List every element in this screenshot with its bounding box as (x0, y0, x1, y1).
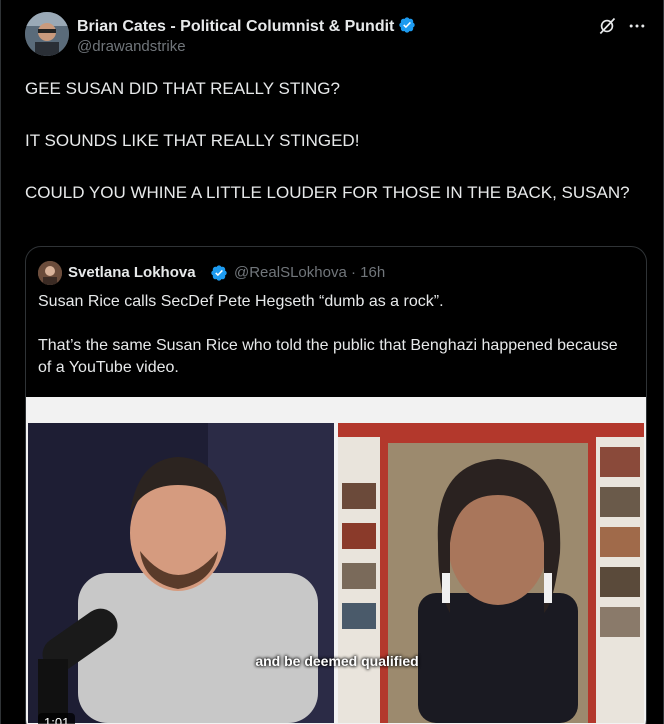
more-icon[interactable] (627, 16, 647, 36)
quoted-text: Susan Rice calls SecDef Pete Hegseth “du… (38, 291, 634, 379)
video-player[interactable]: and be deemed qualified 1:01 (26, 397, 646, 724)
quoted-author-handle[interactable]: @RealSLokhova (234, 264, 347, 281)
tweet-line: IT SOUNDS LIKE THAT REALLY STINGED! (25, 131, 360, 150)
grok-icon[interactable] (597, 16, 617, 36)
quoted-author-avatar[interactable] (38, 261, 62, 285)
quoted-paragraph: Susan Rice calls SecDef Pete Hegseth “du… (38, 293, 444, 310)
tweet-line: GEE SUSAN DID THAT REALLY STING? (25, 79, 340, 98)
meta-separator: · (350, 264, 356, 281)
quoted-paragraph: That’s the same Susan Rice who told the … (38, 337, 618, 376)
video-left-panel (28, 423, 334, 723)
quoted-time[interactable]: 16h (360, 264, 385, 281)
video-caption: and be deemed qualified (255, 653, 419, 669)
video-right-panel (338, 423, 644, 723)
verified-badge-icon (211, 265, 227, 281)
video-timestamp: 1:01 (38, 713, 76, 724)
author-handle[interactable]: @drawandstrike (77, 38, 186, 55)
quoted-tweet[interactable]: Svetlana Lokhova @RealSLokhova · 16h Sus… (25, 246, 647, 724)
author-name-text[interactable]: Brian Cates - Political Columnist & Pund… (77, 18, 394, 35)
tweet-line: COULD YOU WHINE A LITTLE LOUDER FOR THOS… (25, 183, 630, 202)
tweet-text: GEE SUSAN DID THAT REALLY STING? IT SOUN… (25, 76, 635, 206)
tweet-container: Brian Cates - Political Columnist & Pund… (0, 0, 664, 724)
verified-badge-icon (399, 17, 416, 33)
author-avatar[interactable] (25, 12, 69, 56)
tweet-header: Brian Cates - Political Columnist & Pund… (25, 12, 647, 60)
author-name[interactable]: Brian Cates - Political Columnist & Pund… (77, 16, 416, 36)
quoted-meta: @RealSLokhova · 16h (234, 264, 385, 281)
quoted-author-name[interactable]: Svetlana Lokhova (68, 264, 196, 281)
